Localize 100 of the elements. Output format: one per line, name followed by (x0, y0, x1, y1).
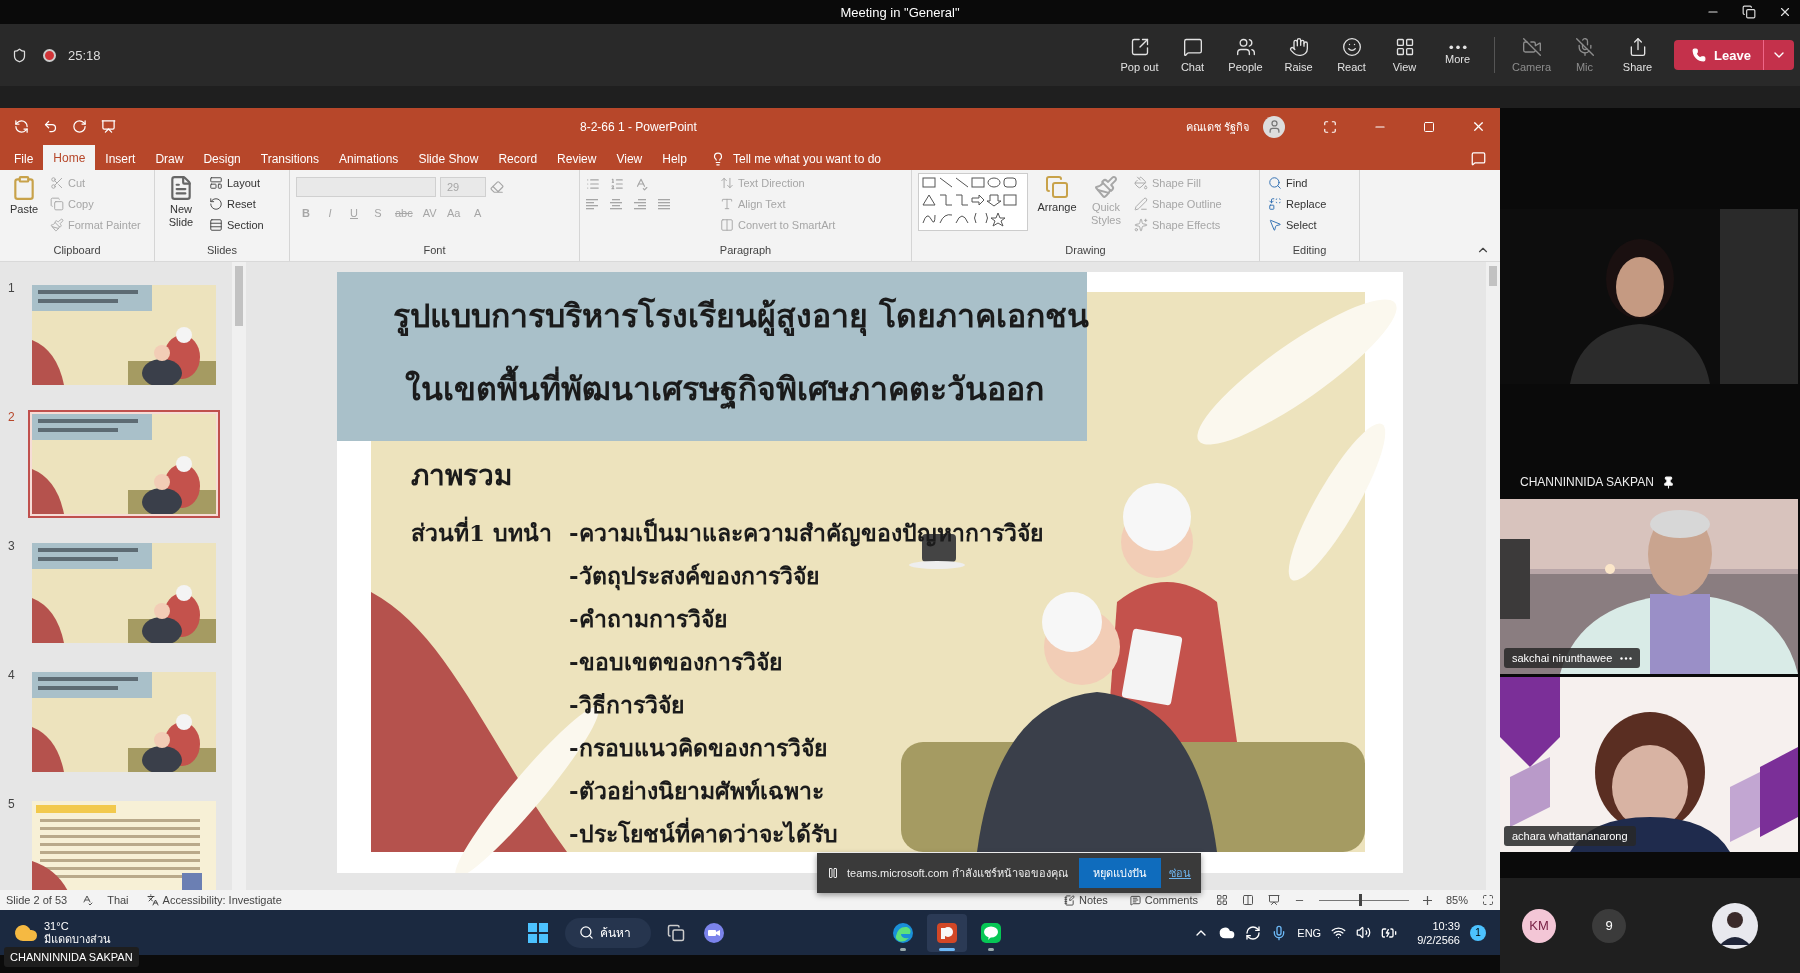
bullet-item: -วิธีการวิจัย (569, 690, 685, 720)
layout-icon (209, 176, 223, 190)
more-icon[interactable] (1620, 656, 1633, 660)
scrollbar[interactable] (1486, 262, 1500, 890)
weather-condition: มีแดดบางส่วน (44, 932, 111, 946)
slide-number: 3 (8, 539, 16, 555)
task-view-icon (667, 923, 685, 942)
shapes-gallery[interactable] (918, 173, 1028, 231)
group-label: Clipboard (52, 244, 102, 258)
avatar-icon[interactable] (1712, 902, 1758, 949)
toolbar-button[interactable]: Chat (1166, 30, 1219, 80)
ribbon-tab[interactable]: File (4, 148, 44, 170)
slides-command[interactable]: Reset (207, 194, 266, 214)
fit-slide-icon[interactable] (1482, 894, 1494, 906)
leave-button[interactable]: Leave (1674, 40, 1794, 70)
maximize-icon[interactable] (1423, 120, 1435, 133)
notes-icon (1064, 894, 1076, 906)
comment-icon (1129, 894, 1141, 906)
ribbon-tab[interactable]: Record (488, 148, 548, 170)
slide-number: 2 (8, 410, 16, 426)
user-avatar[interactable] (1263, 115, 1285, 138)
volume-icon[interactable] (1356, 925, 1372, 940)
view-icon[interactable] (1215, 894, 1228, 906)
comments-button[interactable]: Comments (1125, 894, 1202, 906)
toolbar-button[interactable]: React (1325, 30, 1378, 80)
new-slide-button[interactable]: New Slide (161, 173, 201, 244)
chat-app-icon (980, 921, 1002, 944)
toolbar-button[interactable]: View (1378, 30, 1431, 80)
scrollbar[interactable] (232, 262, 246, 890)
scissors-icon (50, 176, 64, 190)
toolbar-button[interactable]: Raise (1272, 30, 1325, 80)
editing-command[interactable]: Find (1266, 173, 1329, 193)
slides-command[interactable]: Layout (207, 173, 266, 193)
toolbar-button[interactable]: People (1219, 30, 1272, 80)
participant-avatar[interactable]: KM (1522, 908, 1556, 943)
zoom-thumb[interactable] (1359, 894, 1363, 906)
wifi-icon[interactable] (1331, 925, 1347, 940)
slide-number: 4 (8, 668, 16, 684)
proofing-icon[interactable] (81, 894, 94, 906)
hand-icon (1288, 37, 1309, 57)
pointer-icon (1268, 218, 1282, 232)
ribbon-tab[interactable]: Insert (95, 148, 146, 170)
participant-count[interactable]: 9 (1592, 908, 1626, 943)
people-icon (1235, 37, 1256, 57)
stop-sharing-button[interactable]: หยุดแบ่งปัน (1079, 858, 1161, 888)
clipboard-icon (11, 175, 37, 201)
taskbar-app[interactable] (927, 913, 967, 952)
edge-icon (892, 921, 914, 944)
ribbon-tab[interactable]: Draw (145, 148, 194, 170)
ribbon-tab[interactable]: Slide Show (408, 148, 489, 170)
bullet-item: -ตัวอย่างนิยามศัพท์เฉพาะ (569, 776, 825, 806)
view-icon[interactable] (1241, 894, 1254, 906)
toolbar-button[interactable]: Pop out (1113, 30, 1166, 80)
participant-name: sakchai nirunthawee (1512, 652, 1613, 664)
slide-counter: Slide 2 of 53 (6, 894, 68, 906)
paintbrush-icon (1094, 175, 1118, 199)
slide-title: รูปแบบการบริหารโรงเรียนผู้สูงอายุ โดยภาคเอกชน (393, 296, 1087, 338)
tell-me-search[interactable]: Tell me what you want to do (704, 148, 888, 170)
bullet-item: -ความเป็นมาและความสำคัญของปัญหาการวิจัย (569, 517, 1044, 549)
sync-icon[interactable] (1245, 924, 1262, 941)
group-label: Drawing (1064, 244, 1107, 258)
paste-button[interactable]: Paste (6, 173, 42, 244)
accessibility-button[interactable]: Accessibility: Investigate (142, 894, 286, 906)
ribbon-tab[interactable]: Design (193, 148, 251, 170)
notification-badge[interactable]: 1 (1470, 924, 1486, 941)
ribbon-tab[interactable]: Transitions (250, 148, 329, 170)
editing-command[interactable]: Replace (1266, 194, 1329, 214)
slideshow-icon[interactable] (1267, 894, 1280, 906)
taskbar-search[interactable]: ค้นหา (565, 917, 651, 948)
redo-icon[interactable] (72, 119, 87, 134)
present-icon[interactable] (101, 119, 116, 134)
autosave-icon[interactable] (14, 119, 29, 134)
bullet-item: -วัตถุประสงค์ของการวิจัย (569, 561, 820, 593)
ribbon-tab[interactable]: Help (652, 148, 697, 170)
arrange-button[interactable]: Arrange (1034, 173, 1080, 244)
new-slide-icon (168, 175, 194, 201)
sparkles-icon (1134, 218, 1148, 232)
undo-icon[interactable] (43, 119, 58, 134)
ribbon-tab[interactable]: Review (547, 148, 607, 170)
hide-link[interactable]: ซ่อน (1169, 864, 1191, 882)
notes-button[interactable]: Notes (1060, 894, 1112, 906)
toolbar-button[interactable]: More (1431, 30, 1484, 80)
slides-app-icon (936, 921, 958, 944)
restore-icon[interactable] (1742, 5, 1756, 19)
more-icon (1448, 44, 1467, 50)
reset-icon (209, 197, 223, 211)
arrange-icon (1045, 175, 1069, 199)
smiley-icon (1341, 37, 1362, 57)
toolbar-button[interactable]: Share (1611, 30, 1664, 80)
toolbar-button[interactable]: Mic (1558, 30, 1611, 80)
ribbon-tab[interactable]: Home (43, 145, 96, 170)
zoom-in-icon[interactable] (1422, 895, 1432, 905)
comments-icon[interactable] (1471, 151, 1486, 166)
ribbon-tab[interactable]: View (606, 148, 653, 170)
close-icon[interactable] (1778, 5, 1792, 19)
slides-command[interactable]: Section (207, 215, 266, 235)
editing-command[interactable]: Select (1266, 215, 1329, 235)
toolbar-button[interactable]: Camera (1505, 30, 1558, 80)
input-language[interactable]: ENG (1297, 926, 1322, 939)
ribbon-tab[interactable]: Animations (329, 148, 409, 170)
